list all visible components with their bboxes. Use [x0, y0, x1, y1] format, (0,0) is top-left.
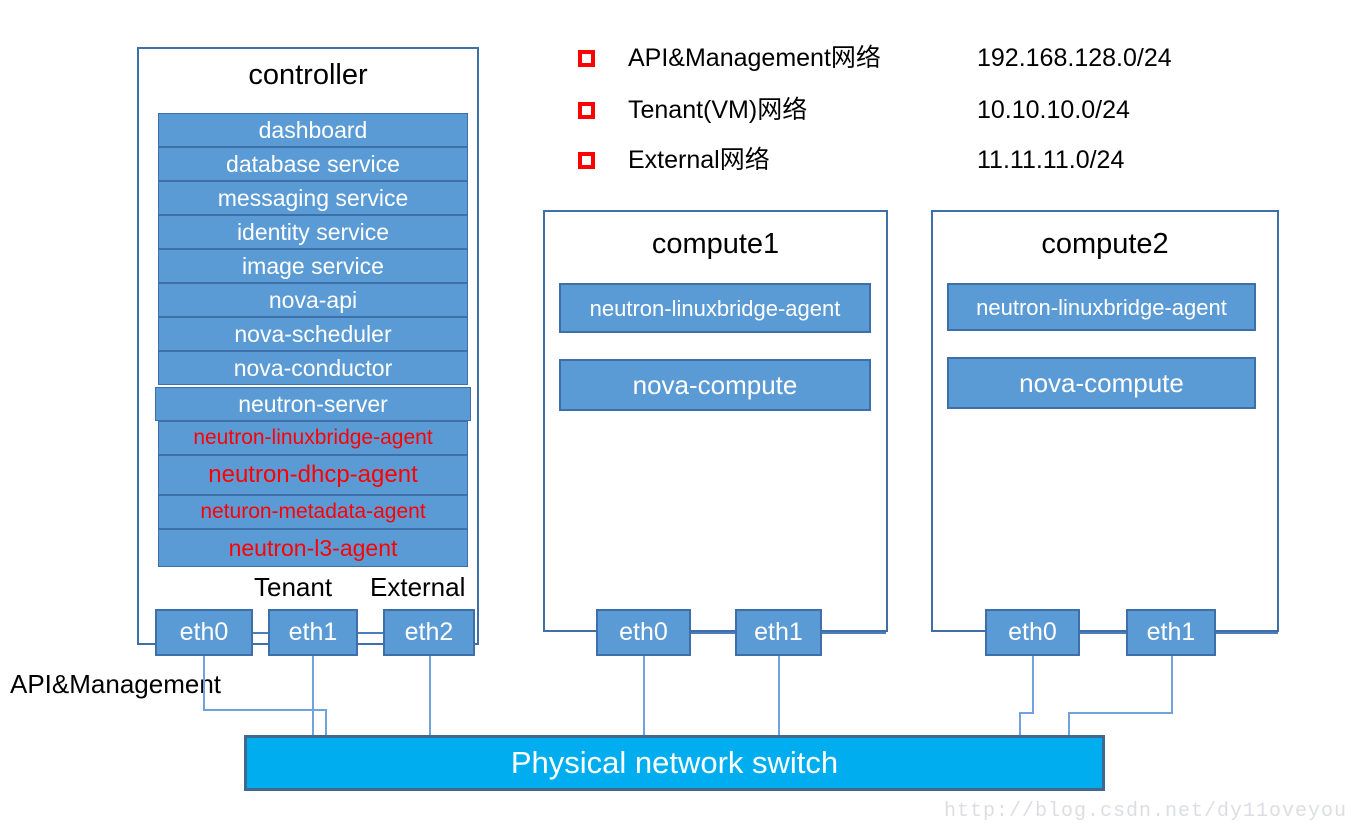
cable-compute2-eth0: [1019, 712, 1034, 714]
legend-item-name: API&Management网络: [628, 44, 881, 72]
watermark-text: http://blog.csdn.net/dy11oveyou: [943, 800, 1347, 823]
compute1-port-link: [691, 632, 735, 634]
service-box: messaging service: [158, 181, 468, 215]
cable-controller-eth0: [325, 709, 327, 737]
controller-port-eth1: eth1: [268, 609, 358, 656]
compute2-node: [931, 210, 1279, 632]
compute2-port-eth0: eth0: [985, 609, 1080, 656]
controller-port-link: [253, 632, 268, 634]
compute1-port-eth1: eth1: [735, 609, 822, 656]
cable-compute2-eth1: [1068, 712, 1173, 714]
service-box: nova-compute: [559, 359, 871, 411]
cable-compute2-eth1: [1171, 656, 1173, 713]
legend-item-name: External网络: [628, 146, 770, 174]
service-box: neturon-metadata-agent: [158, 495, 468, 529]
compute2-port-link: [1216, 632, 1278, 634]
service-box: dashboard: [158, 113, 468, 147]
controller-port-link: [358, 632, 383, 634]
legend-item-cidr: 11.11.11.0/24: [977, 146, 1125, 174]
cable-compute1-eth1: [778, 656, 780, 737]
cable-controller-eth0: [203, 709, 326, 711]
cable-controller-eth2: [429, 656, 431, 737]
service-box: neutron-linuxbridge-agent: [947, 283, 1256, 331]
compute1-title: compute1: [651, 228, 780, 260]
service-box: database service: [158, 147, 468, 181]
compute1-port-eth0: eth0: [596, 609, 691, 656]
controller-port-eth2: eth2: [383, 609, 475, 656]
compute1-port-link: [822, 632, 886, 634]
service-box: nova-conductor: [158, 351, 468, 385]
cable-compute2-eth0: [1032, 656, 1034, 713]
legend-bullet-icon: [578, 50, 595, 67]
controller-port-eth0: eth0: [155, 609, 253, 656]
controller-tenant-label: Tenant: [254, 572, 333, 602]
service-box: neutron-dhcp-agent: [158, 455, 468, 495]
service-box: neutron-linuxbridge-agent: [158, 421, 468, 455]
service-box: identity service: [158, 215, 468, 249]
controller-title: controller: [248, 59, 368, 91]
legend-item-cidr: 192.168.128.0/24: [977, 44, 1172, 72]
service-box: neutron-l3-agent: [158, 529, 468, 567]
cable-compute2-eth1: [1068, 712, 1070, 737]
compute2-title: compute2: [1041, 228, 1169, 260]
compute2-port-link: [1080, 632, 1126, 634]
legend-bullet-icon: [578, 152, 595, 169]
switch-label: Physical network switch: [510, 745, 839, 780]
service-box: nova-compute: [947, 357, 1256, 409]
cable-compute2-eth0: [1019, 712, 1021, 737]
controller-api-management-label: API&Management: [10, 669, 222, 699]
legend-item-name: Tenant(VM)网络: [628, 96, 808, 124]
cable-controller-eth0: [203, 656, 205, 710]
cable-compute1-eth0: [643, 656, 645, 737]
compute1-node: [543, 210, 888, 632]
diagram-canvas: API&Management网络 192.168.128.0/24 Tenant…: [0, 0, 1355, 827]
service-box: image service: [158, 249, 468, 283]
controller-external-label: External: [370, 572, 466, 602]
physical-network-switch: Physical network switch: [244, 735, 1105, 791]
service-box: nova-scheduler: [158, 317, 468, 351]
compute2-port-eth1: eth1: [1126, 609, 1216, 656]
cable-controller-eth1: [312, 656, 314, 737]
legend-bullet-icon: [578, 102, 595, 119]
service-box: neutron-server: [155, 387, 471, 421]
legend-item-cidr: 10.10.10.0/24: [977, 96, 1130, 124]
service-box: nova-api: [158, 283, 468, 317]
service-box: neutron-linuxbridge-agent: [559, 283, 871, 333]
